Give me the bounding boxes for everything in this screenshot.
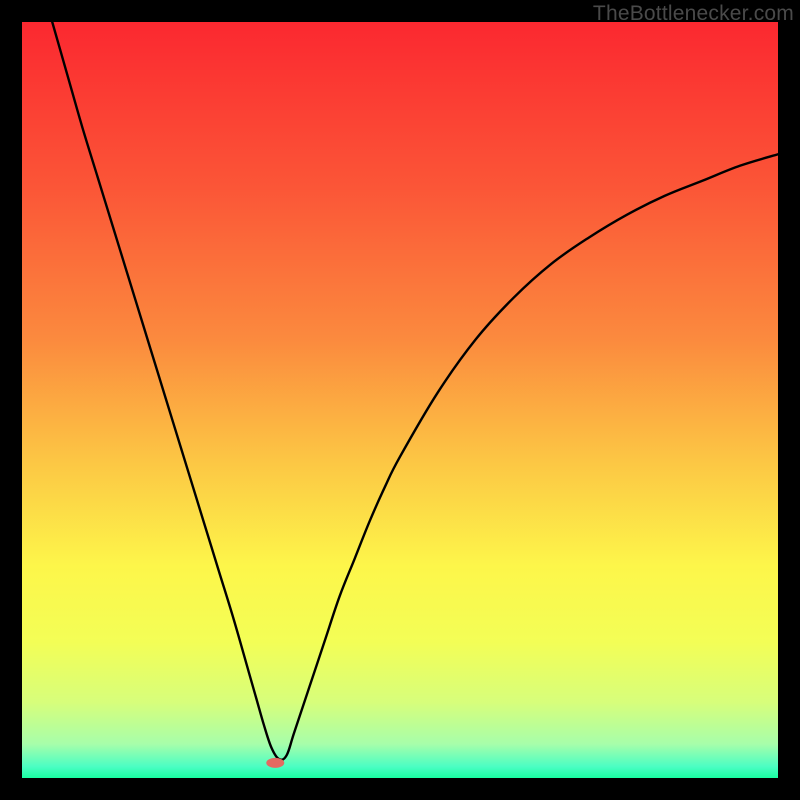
minimum-marker (266, 758, 284, 768)
plot-area (22, 22, 778, 778)
chart-svg (22, 22, 778, 778)
gradient-background (22, 22, 778, 778)
chart-frame: TheBottlenecker.com (0, 0, 800, 800)
